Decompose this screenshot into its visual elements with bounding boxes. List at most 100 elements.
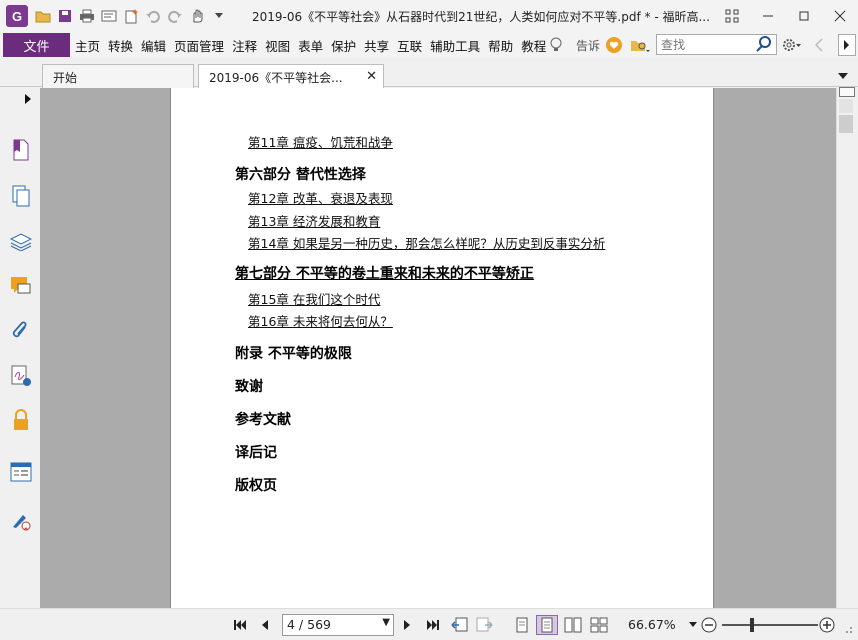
ribbon-scroll-right-icon[interactable] bbox=[838, 34, 856, 56]
zoom-dropdown-icon[interactable] bbox=[688, 616, 698, 634]
toc-entry-chapter-11[interactable]: 第11章 瘟疫、饥荒和战争 bbox=[248, 132, 393, 151]
previous-view-icon[interactable] bbox=[450, 616, 470, 634]
open-folder-icon[interactable] bbox=[34, 7, 52, 25]
toc-entry-part-6[interactable]: 第六部分 替代性选择 bbox=[235, 164, 366, 184]
toc-entry-chapter-14[interactable]: 第14章 如果是另一种历史，那会怎么样呢？从历史到反事实分析 bbox=[248, 233, 605, 252]
search-icon[interactable] bbox=[756, 36, 774, 54]
undo-icon[interactable] bbox=[144, 7, 162, 25]
customize-dropdown-icon[interactable] bbox=[210, 7, 228, 25]
document-tab-strip: 开始 2019-06《不平等社会... ✕ bbox=[0, 62, 858, 88]
toc-entry-references[interactable]: 参考文献 bbox=[235, 409, 291, 429]
menu-edit[interactable]: 编辑 bbox=[137, 36, 170, 55]
page-thumbnails-icon[interactable] bbox=[9, 184, 33, 208]
certification-icon[interactable] bbox=[9, 508, 33, 532]
menu-convert[interactable]: 转换 bbox=[104, 36, 137, 55]
resize-grip-icon[interactable] bbox=[842, 623, 854, 635]
search-input[interactable] bbox=[657, 35, 757, 54]
zoom-level[interactable]: 66.67% bbox=[628, 617, 676, 632]
scroll-track[interactable] bbox=[839, 99, 853, 113]
zoom-slider-thumb[interactable] bbox=[750, 618, 754, 632]
toc-entry-appendix[interactable]: 附录 不平等的极限 bbox=[235, 343, 352, 363]
hand-tool-icon[interactable] bbox=[188, 7, 206, 25]
last-page-icon[interactable] bbox=[424, 616, 442, 634]
scroll-thumb[interactable] bbox=[839, 115, 853, 133]
settings-gear-icon[interactable] bbox=[782, 36, 804, 54]
tab-list-dropdown-icon[interactable] bbox=[838, 68, 850, 79]
bookmark-icon[interactable] bbox=[9, 138, 33, 162]
restore-button[interactable] bbox=[786, 0, 822, 32]
toc-entry-chapter-15[interactable]: 第15章 在我们这个时代 bbox=[248, 289, 380, 308]
zoom-in-icon[interactable] bbox=[818, 616, 836, 634]
menu-view[interactable]: 视图 bbox=[261, 36, 294, 55]
menu-tutorial[interactable]: 教程 bbox=[517, 36, 550, 55]
toc-entry-acknowledgements[interactable]: 致谢 bbox=[235, 376, 263, 396]
ribbon-tabs: 主页 转换 编辑 页面管理 注释 视图 表单 保护 共享 互联 辅助工具 帮助 … bbox=[71, 36, 550, 55]
form-fields-icon[interactable] bbox=[9, 460, 33, 484]
tab-document-label: 2019-06《不平等社会... bbox=[209, 71, 343, 85]
vertical-scrollbar[interactable] bbox=[836, 87, 858, 608]
menu-protect[interactable]: 保护 bbox=[327, 36, 360, 55]
expand-panel-icon[interactable] bbox=[22, 92, 34, 106]
search-box bbox=[656, 34, 777, 55]
scroll-up-button[interactable] bbox=[839, 87, 855, 97]
tab-start[interactable]: 开始 bbox=[42, 64, 194, 88]
menu-connect[interactable]: 互联 bbox=[393, 36, 426, 55]
heart-icon[interactable] bbox=[606, 36, 624, 54]
window-controls bbox=[714, 0, 858, 32]
menu-comment[interactable]: 注释 bbox=[228, 36, 261, 55]
comments-icon[interactable] bbox=[9, 274, 33, 298]
single-page-view-icon[interactable] bbox=[514, 616, 530, 634]
toc-entry-copyright[interactable]: 版权页 bbox=[235, 475, 277, 495]
title-bar: G 2019-06《不平等社会》从石器时代到21世纪，人类如何应对不平等.pdf… bbox=[0, 0, 858, 32]
attachments-paperclip-icon[interactable] bbox=[9, 320, 33, 344]
navigation-panel bbox=[0, 88, 43, 608]
toc-entry-part-7[interactable]: 第七部分 不平等的卷土重来和未来的不平等矫正 bbox=[235, 263, 534, 283]
layers-icon[interactable] bbox=[9, 230, 33, 254]
properties-icon[interactable] bbox=[100, 7, 118, 25]
menu-bar: 文件 主页 转换 编辑 页面管理 注释 视图 表单 保护 共享 互联 辅助工具 … bbox=[0, 32, 858, 58]
menu-accessibility[interactable]: 辅助工具 bbox=[426, 36, 484, 55]
continuous-facing-view-icon[interactable] bbox=[590, 616, 608, 634]
fullscreen-icon[interactable] bbox=[714, 0, 750, 32]
menu-form[interactable]: 表单 bbox=[294, 36, 327, 55]
foxit-app-icon[interactable]: G bbox=[6, 5, 28, 27]
window-title: 2019-06《不平等社会》从石器时代到21世纪，人类如何应对不平等.pdf *… bbox=[252, 10, 710, 24]
save-icon[interactable] bbox=[56, 7, 74, 25]
toc-entry-chapter-12[interactable]: 第12章 改革、衰退及表现 bbox=[248, 188, 393, 207]
menu-share[interactable]: 共享 bbox=[360, 36, 393, 55]
continuous-view-icon[interactable] bbox=[536, 615, 558, 635]
tab-document[interactable]: 2019-06《不平等社会... ✕ bbox=[198, 64, 384, 88]
first-page-icon[interactable] bbox=[232, 616, 248, 634]
document-viewport[interactable]: 第11章 瘟疫、饥荒和战争 第六部分 替代性选择 第12章 改革、衰退及表现 第… bbox=[40, 88, 836, 608]
tell-me-label[interactable]: 告诉 bbox=[576, 37, 600, 54]
toc-entry-chapter-13[interactable]: 第13章 经济发展和教育 bbox=[248, 211, 380, 230]
next-page-icon[interactable] bbox=[400, 616, 414, 634]
close-tab-icon[interactable]: ✕ bbox=[366, 69, 377, 84]
page-indicator: 4 / 569 bbox=[287, 617, 331, 632]
page-number-field[interactable]: 4 / 569 ▼ bbox=[282, 614, 394, 636]
tab-start-label: 开始 bbox=[53, 71, 78, 85]
lightbulb-icon[interactable] bbox=[550, 36, 566, 54]
redo-icon[interactable] bbox=[166, 7, 184, 25]
toc-entry-translator-note[interactable]: 译后记 bbox=[235, 442, 277, 462]
minimize-button[interactable] bbox=[750, 0, 786, 32]
file-menu-button[interactable]: 文件 bbox=[3, 33, 70, 57]
search-folder-icon[interactable] bbox=[630, 36, 652, 54]
zoom-out-icon[interactable] bbox=[700, 616, 718, 634]
menu-home[interactable]: 主页 bbox=[71, 36, 104, 55]
new-document-icon[interactable] bbox=[122, 7, 140, 25]
previous-page-icon[interactable] bbox=[258, 616, 272, 634]
status-bar: 4 / 569 ▼ 66.67% bbox=[0, 608, 858, 640]
toc-entry-chapter-16[interactable]: 第16章 未来将何去何从？ bbox=[248, 311, 393, 330]
security-lock-icon[interactable] bbox=[9, 408, 33, 432]
menu-help[interactable]: 帮助 bbox=[484, 36, 517, 55]
next-view-icon[interactable] bbox=[474, 616, 494, 634]
menu-page-management[interactable]: 页面管理 bbox=[170, 36, 228, 55]
facing-view-icon[interactable] bbox=[564, 616, 582, 634]
page-dropdown-icon[interactable]: ▼ bbox=[382, 617, 390, 628]
signature-panel-icon[interactable] bbox=[9, 364, 33, 388]
print-icon[interactable] bbox=[78, 7, 96, 25]
close-button[interactable] bbox=[822, 0, 858, 32]
zoom-slider[interactable] bbox=[722, 624, 818, 626]
ribbon-scroll-left-icon[interactable] bbox=[814, 38, 826, 52]
